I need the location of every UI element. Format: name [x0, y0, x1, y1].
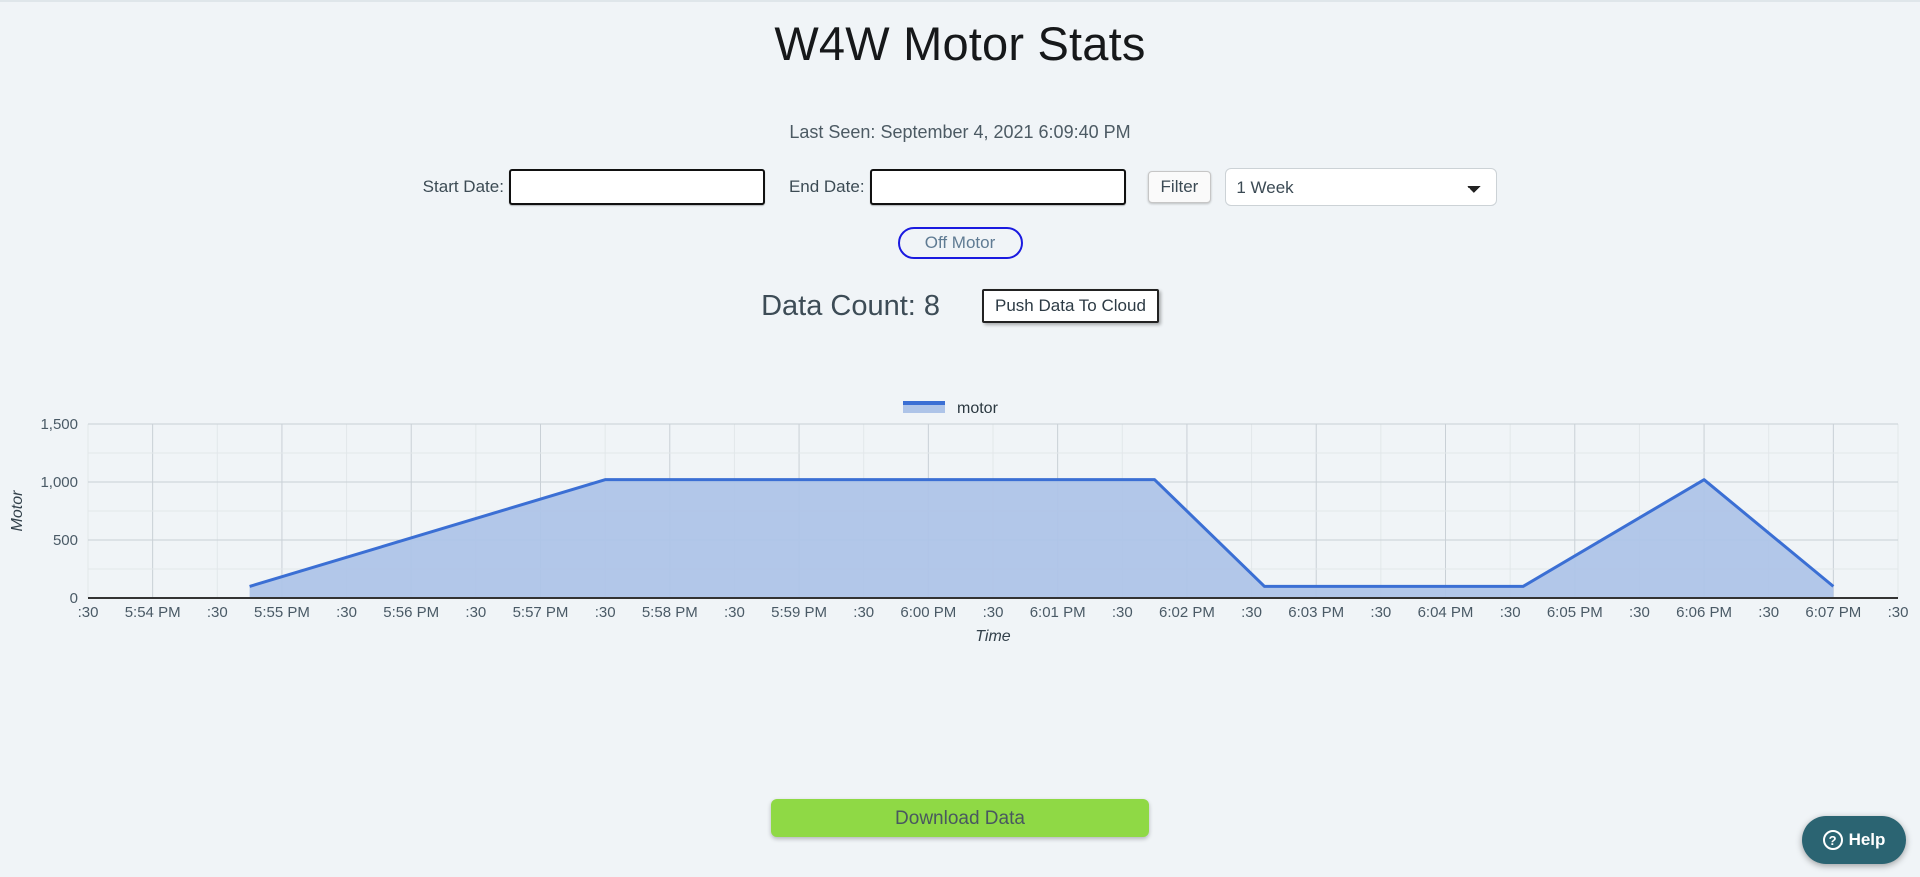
svg-text:6:04 PM: 6:04 PM	[1418, 604, 1474, 621]
motor-chart: 0 500 1,000 1,500 Motor:30 5:54 PM:30 5:55 PM:…	[0, 390, 1920, 650]
svg-text::30: :30	[1629, 604, 1650, 621]
svg-text::30: :30	[1370, 604, 1391, 621]
data-count-text: Data Count: 8	[761, 290, 941, 322]
data-count-row: Data Count: 8 Push Data To Cloud	[0, 286, 1920, 326]
svg-text:5:59 PM: 5:59 PM	[771, 604, 827, 621]
svg-text:6:00 PM: 6:00 PM	[900, 604, 956, 621]
svg-text:Motor: Motor	[9, 490, 26, 532]
svg-text:Time: Time	[975, 628, 1011, 645]
download-container: Download Data	[0, 799, 1920, 837]
svg-text::30: :30	[336, 604, 357, 621]
svg-text:5:58 PM: 5:58 PM	[642, 604, 698, 621]
push-data-to-cloud-button[interactable]: Push Data To Cloud	[982, 289, 1159, 323]
svg-text:5:55 PM: 5:55 PM	[254, 604, 310, 621]
end-date-input[interactable]	[869, 169, 1126, 205]
time-range-select[interactable]: 1 Week	[1225, 168, 1498, 206]
download-data-button[interactable]: Download Data	[771, 799, 1149, 837]
svg-text:1,000: 1,000	[40, 474, 78, 491]
filter-button[interactable]: Filter	[1147, 171, 1212, 203]
svg-text::30: :30	[465, 604, 486, 621]
svg-text:5:57 PM: 5:57 PM	[513, 604, 569, 621]
svg-text:5:56 PM: 5:56 PM	[383, 604, 439, 621]
help-widget[interactable]: ? Help	[1802, 816, 1906, 864]
svg-text::30: :30	[724, 604, 745, 621]
svg-text::30: :30	[983, 604, 1004, 621]
svg-text:motor: motor	[957, 400, 999, 417]
start-date-input[interactable]	[508, 169, 765, 205]
end-date-label: End Date:	[788, 177, 865, 196]
svg-text::30: :30	[1112, 604, 1133, 621]
page-title: W4W Motor Stats	[774, 17, 1146, 70]
svg-text::30: :30	[853, 604, 874, 621]
svg-text:6:07 PM: 6:07 PM	[1805, 604, 1861, 621]
chart-svg: 05001,0001,500Motor:30 5:54 PM:30 5:55 PM:…	[9, 400, 1909, 645]
off-motor-button[interactable]: Off Motor	[897, 227, 1023, 259]
svg-text::30: :30	[207, 604, 228, 621]
question-circle-icon: ?	[1822, 830, 1843, 850]
svg-text::30: :30	[595, 604, 616, 621]
page-root: W4W Motor Stats Last Seen: September 4, …	[0, 0, 1920, 877]
svg-text:6:06 PM: 6:06 PM	[1676, 604, 1732, 621]
svg-text::30: :30	[1888, 604, 1909, 621]
svg-text::30: :30	[78, 604, 99, 621]
svg-text:6:02 PM: 6:02 PM	[1159, 604, 1215, 621]
last-seen-text: Last Seen: September 4, 2021 6:09:40 PM	[789, 122, 1131, 142]
svg-text:6:01 PM: 6:01 PM	[1030, 604, 1086, 621]
filter-controls: Start Date: End Date: Filter 1 Week	[0, 168, 1920, 206]
svg-text::30: :30	[1758, 604, 1779, 621]
help-label: Help	[1848, 830, 1886, 849]
start-date-label: Start Date:	[422, 177, 504, 196]
motor-toggle-container: Off Motor	[0, 227, 1920, 259]
svg-text:500: 500	[53, 532, 78, 549]
svg-text:6:05 PM: 6:05 PM	[1547, 604, 1603, 621]
svg-text:5:54 PM: 5:54 PM	[125, 604, 181, 621]
svg-text:1,500: 1,500	[40, 416, 78, 433]
svg-text:6:03 PM: 6:03 PM	[1288, 604, 1344, 621]
svg-text::30: :30	[1500, 604, 1521, 621]
top-divider	[0, 0, 1920, 2]
svg-text::30: :30	[1241, 604, 1262, 621]
